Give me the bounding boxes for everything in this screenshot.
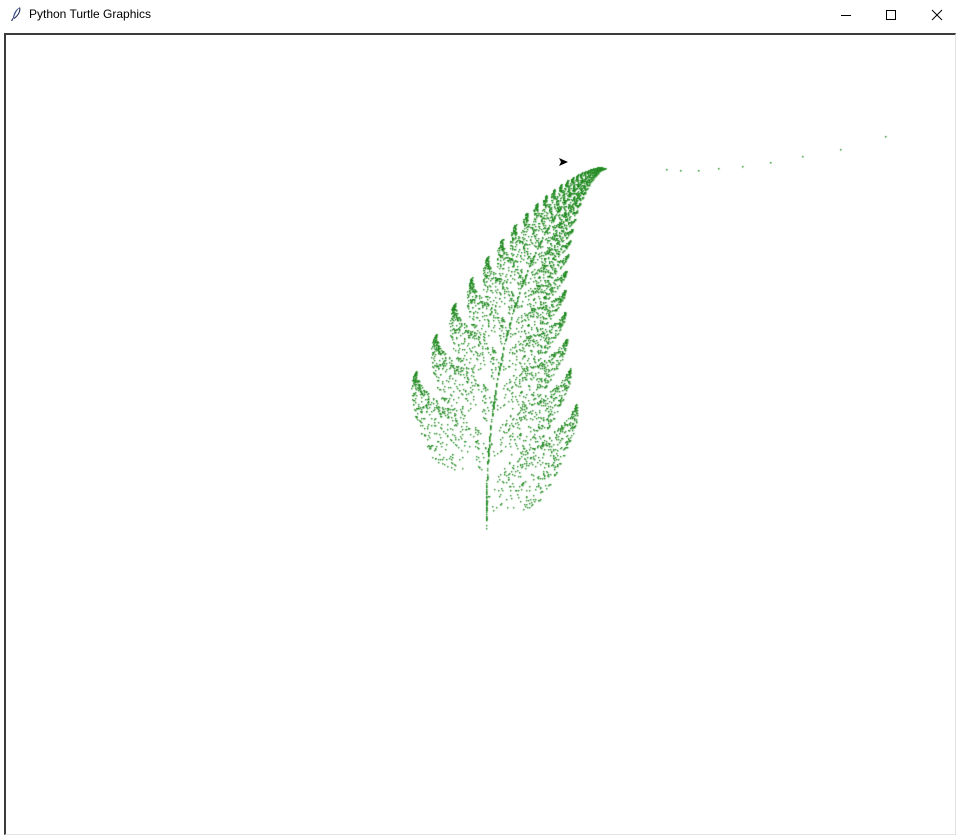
close-icon: [931, 9, 943, 21]
turtle-window: Python Turtle Graphics: [0, 0, 960, 838]
maximize-button[interactable]: [868, 0, 914, 30]
minimize-icon: [840, 9, 852, 21]
title-bar[interactable]: Python Turtle Graphics: [0, 0, 960, 30]
turtle-canvas[interactable]: [4, 33, 956, 835]
turtle-arrow-icon: [559, 158, 568, 166]
close-button[interactable]: [914, 0, 960, 30]
fern-drawing: [6, 35, 955, 834]
feather-icon: [8, 6, 24, 22]
window-title: Python Turtle Graphics: [29, 7, 152, 21]
minimize-button[interactable]: [823, 0, 869, 30]
maximize-icon: [885, 9, 897, 21]
